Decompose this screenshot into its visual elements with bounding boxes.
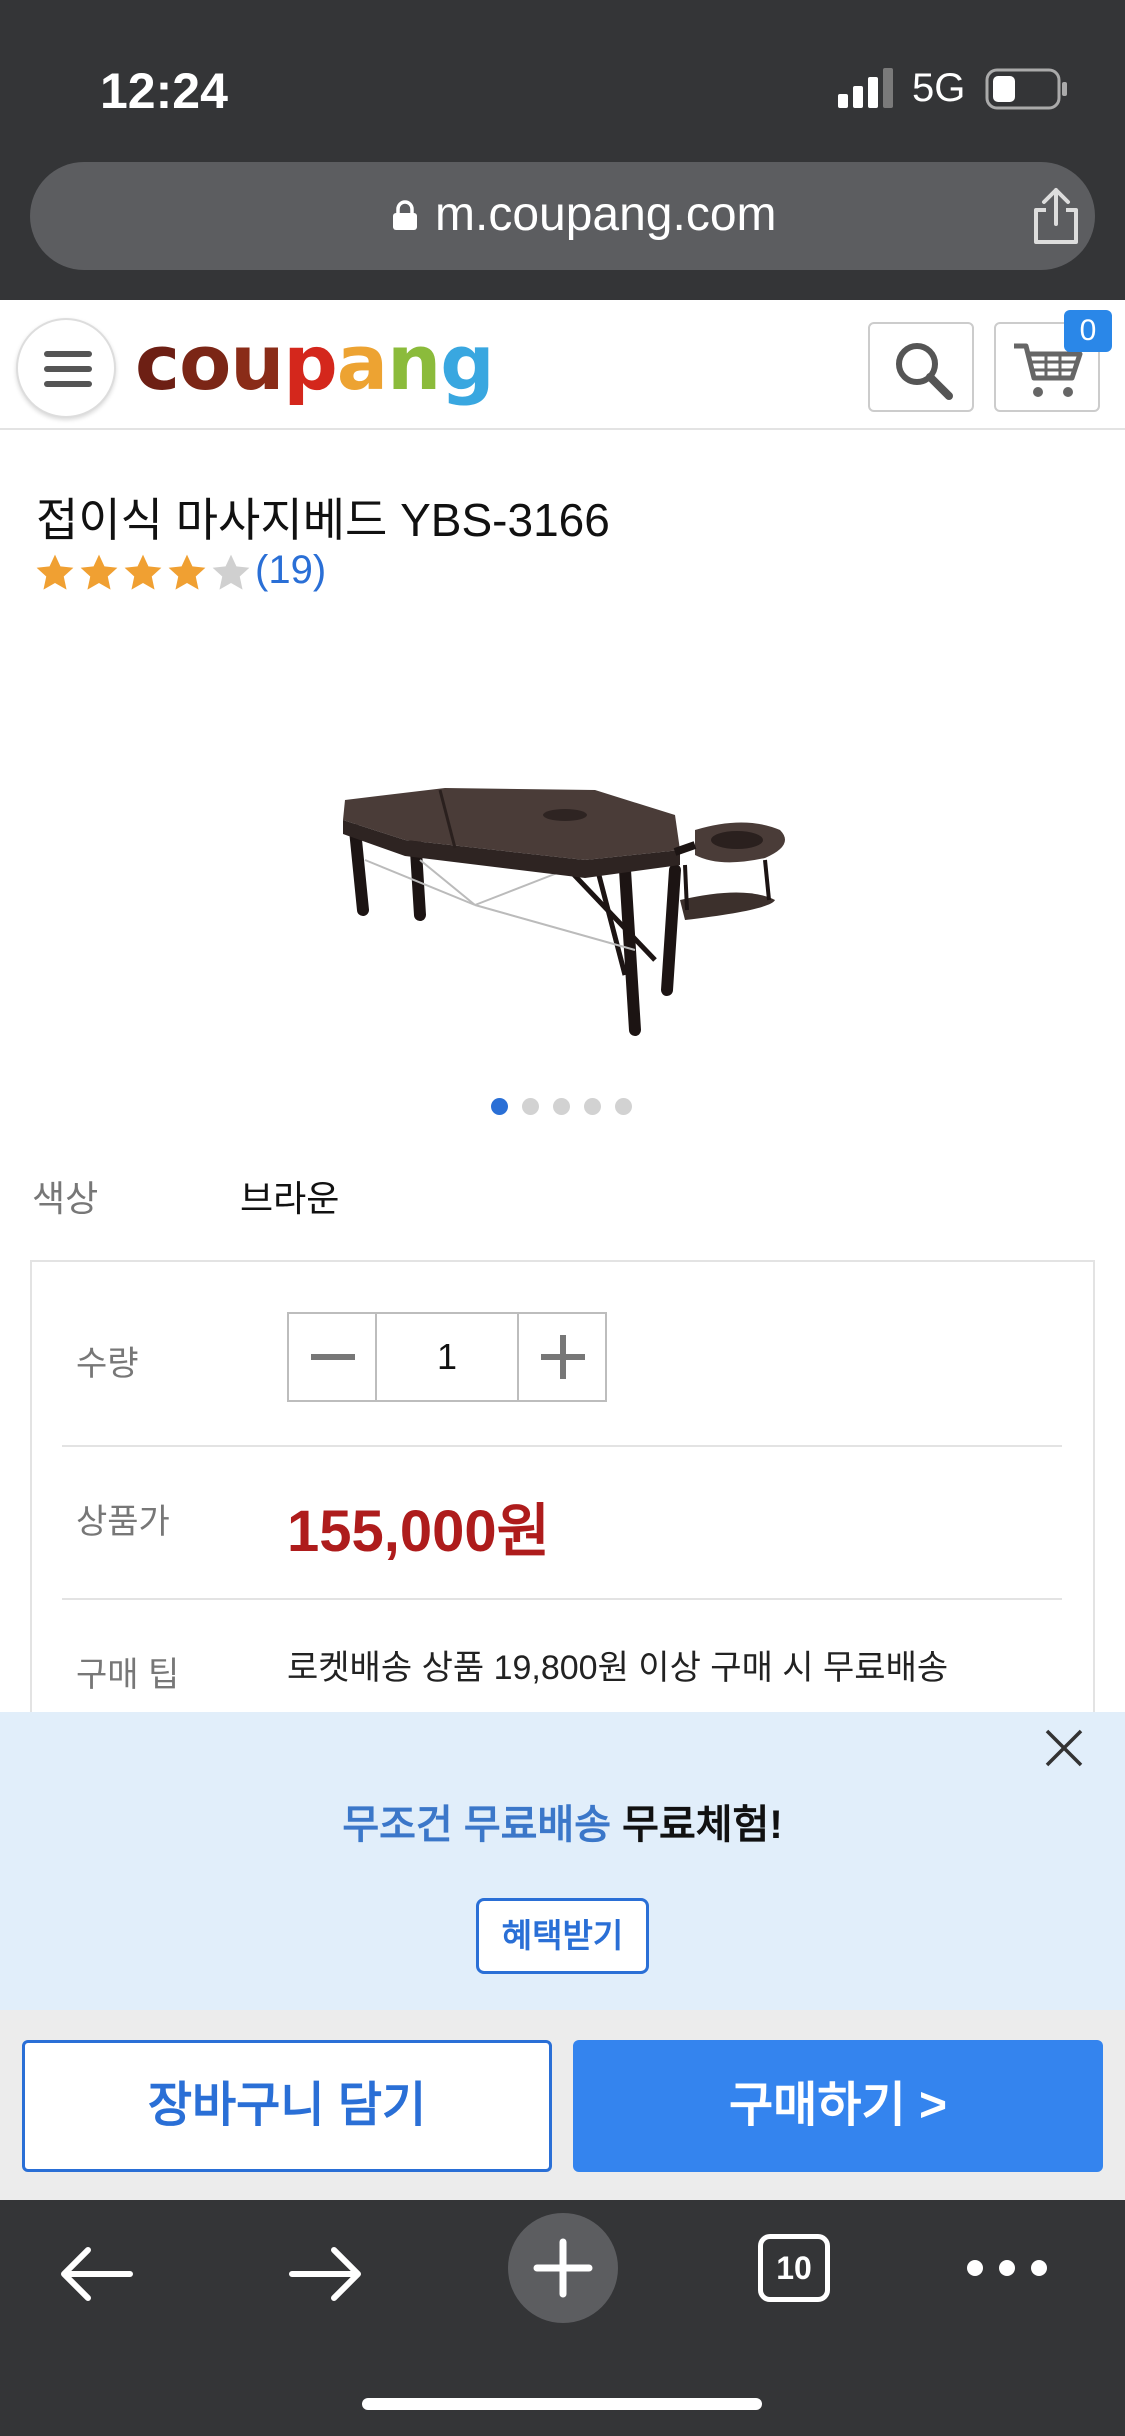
purchase-bar: 장바구니 담기 구매하기 > bbox=[0, 2010, 1125, 2200]
coupang-logo[interactable]: coupang bbox=[135, 318, 495, 407]
browser-address-area: m.coupang.com bbox=[0, 160, 1125, 300]
close-icon[interactable] bbox=[1043, 1727, 1085, 1769]
new-tab-button[interactable] bbox=[508, 2213, 618, 2323]
logo-letter: g bbox=[440, 318, 494, 407]
plus-icon bbox=[533, 2238, 593, 2298]
search-button[interactable] bbox=[868, 322, 974, 412]
quantity-value[interactable]: 1 bbox=[377, 1314, 517, 1400]
signal-icon bbox=[838, 68, 893, 108]
product-price: 155,000원 bbox=[287, 1499, 551, 1564]
star-filled-icon bbox=[124, 554, 162, 590]
promo-banner: 무조건 무료배송 무료체험! 혜택받기 bbox=[0, 1712, 1125, 2010]
network-type: 5G bbox=[912, 66, 966, 110]
logo-letter: o bbox=[179, 318, 231, 407]
hamburger-icon bbox=[44, 351, 92, 387]
star-filled-icon bbox=[36, 554, 74, 590]
star-filled-icon bbox=[168, 554, 206, 590]
pagination-dot[interactable] bbox=[584, 1098, 601, 1115]
promo-message: 무조건 무료배송 무료체험! bbox=[0, 1792, 1125, 1850]
logo-letter: p bbox=[283, 318, 337, 407]
buy-now-button[interactable]: 구매하기 > bbox=[573, 2040, 1103, 2172]
menu-button[interactable] bbox=[16, 318, 116, 418]
pagination-dot[interactable] bbox=[553, 1098, 570, 1115]
cart-count-badge: 0 bbox=[1064, 310, 1112, 352]
forward-arrow-icon[interactable] bbox=[288, 2244, 364, 2304]
star-filled-icon bbox=[80, 554, 118, 590]
rating-stars bbox=[34, 552, 252, 596]
more-icon[interactable] bbox=[965, 2258, 1049, 2278]
browser-toolbar: 10 bbox=[0, 2200, 1125, 2436]
decrease-quantity-button[interactable] bbox=[289, 1314, 377, 1400]
logo-letter: c bbox=[135, 318, 180, 407]
address-bar[interactable]: m.coupang.com bbox=[30, 162, 1095, 270]
purchase-options: 수량 1 상품가 155,000원 구매 팁 로켓배송 상품 19,800원 이… bbox=[30, 1260, 1095, 1720]
color-label: 색상 bbox=[32, 1178, 99, 1219]
purchase-tip-text: 로켓배송 상품 19,800원 이상 구매 시 무료배송 bbox=[287, 1649, 949, 1687]
search-icon bbox=[896, 343, 953, 400]
pagination-dot[interactable] bbox=[491, 1098, 508, 1115]
status-bar: 12:24 5G bbox=[0, 0, 1125, 160]
back-arrow-icon[interactable] bbox=[58, 2244, 134, 2304]
plus-icon bbox=[541, 1335, 585, 1379]
logo-letter: a bbox=[336, 318, 388, 407]
color-value[interactable]: 브라운 bbox=[240, 1170, 339, 1222]
battery-icon bbox=[985, 68, 1067, 110]
get-benefit-button[interactable]: 혜택받기 bbox=[476, 1898, 649, 1974]
pagination-dot[interactable] bbox=[615, 1098, 632, 1115]
add-to-cart-button[interactable]: 장바구니 담기 bbox=[22, 2040, 552, 2172]
lock-icon bbox=[393, 200, 417, 230]
promo-rest-text: 무료체험! bbox=[611, 1803, 783, 1847]
price-label: 상품가 bbox=[76, 1503, 170, 1541]
divider bbox=[62, 1598, 1062, 1600]
review-count-link[interactable]: (19) bbox=[255, 548, 326, 593]
quantity-stepper: 1 bbox=[287, 1312, 607, 1402]
site-header: coupang bbox=[0, 300, 1125, 430]
minus-icon bbox=[311, 1354, 355, 1360]
star-empty-icon bbox=[212, 554, 250, 590]
share-icon[interactable] bbox=[1030, 186, 1082, 246]
increase-quantity-button[interactable] bbox=[517, 1314, 605, 1400]
logo-letter: u bbox=[230, 318, 284, 407]
product-title: 접이식 마사지베드 YBS-3166 bbox=[36, 494, 610, 546]
purchase-tip-label: 구매 팁 bbox=[76, 1656, 180, 1694]
status-time: 12:24 bbox=[100, 63, 228, 119]
logo-letter: n bbox=[387, 318, 441, 407]
promo-highlight: 무조건 무료배송 bbox=[342, 1803, 612, 1847]
massage-table-image[interactable] bbox=[325, 760, 805, 1060]
pagination-dot[interactable] bbox=[522, 1098, 539, 1115]
url-text: m.coupang.com bbox=[435, 188, 777, 241]
quantity-label: 수량 bbox=[76, 1345, 139, 1383]
home-indicator bbox=[362, 2398, 762, 2410]
image-pagination[interactable] bbox=[491, 1098, 632, 1115]
divider bbox=[62, 1445, 1062, 1447]
tabs-button[interactable]: 10 bbox=[758, 2234, 830, 2302]
